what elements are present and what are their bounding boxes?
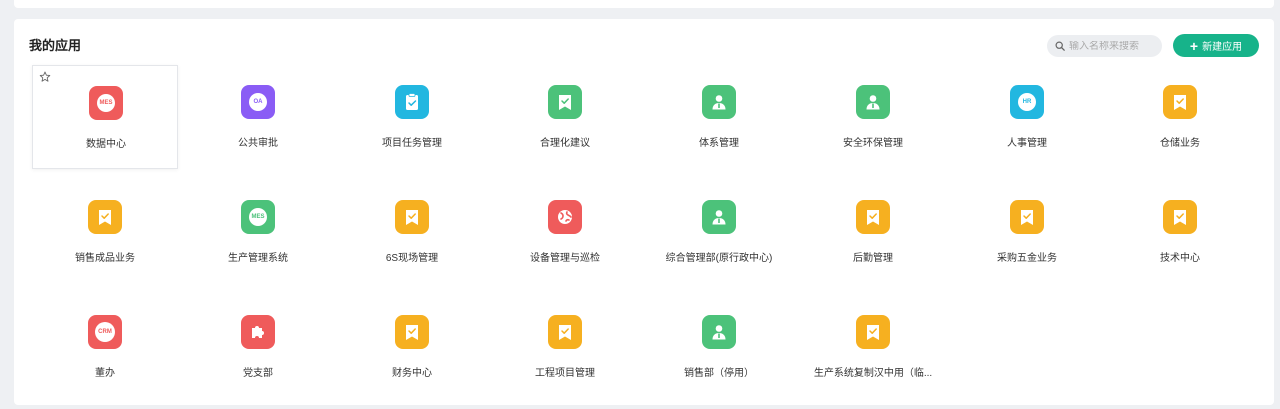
mes-icon: MES (89, 86, 123, 120)
icon-badge-text: CRM (95, 322, 115, 342)
app-tile[interactable]: 生产系统复制汉中用（临... (800, 295, 946, 399)
app-label: 公共审批 (238, 138, 278, 149)
app-tile[interactable]: CRM 董办 (32, 295, 178, 399)
app-label: 党支部 (243, 368, 273, 379)
oa-icon: OA (241, 85, 275, 119)
new-app-label: 新建应用 (1202, 42, 1243, 53)
plus-icon: + (1189, 37, 1199, 54)
search-icon (1055, 41, 1065, 51)
app-label: 生产管理系统 (228, 253, 288, 264)
app-label: 综合管理部(原行政中心) (665, 253, 773, 264)
app-label: 后勤管理 (853, 253, 893, 264)
user-icon (702, 315, 736, 349)
bookmark-check-icon (856, 200, 890, 234)
app-tile[interactable]: HR 人事管理 (954, 65, 1100, 169)
bookmark-check-icon (1163, 85, 1197, 119)
app-tile[interactable]: MES 数据中心 (32, 65, 178, 169)
app-tile[interactable]: 6S现场管理 (339, 180, 485, 284)
bookmark-check-icon (1010, 200, 1044, 234)
bookmark-check-icon (395, 200, 429, 234)
app-label: 工程项目管理 (535, 368, 595, 379)
icon-badge-text: MES (249, 208, 267, 226)
app-tile[interactable]: 财务中心 (339, 295, 485, 399)
app-label: 设备管理与巡检 (530, 253, 600, 264)
globe-icon (548, 200, 582, 234)
puzzle-icon (241, 315, 275, 349)
app-tile[interactable]: 工程项目管理 (492, 295, 638, 399)
app-tile[interactable]: 采购五金业务 (954, 180, 1100, 284)
app-tile[interactable]: 仓储业务 (1107, 65, 1253, 169)
app-tile[interactable]: 党支部 (185, 295, 331, 399)
app-tile[interactable]: OA 公共审批 (185, 65, 331, 169)
bookmark-check-icon (856, 315, 890, 349)
app-tile[interactable]: 后勤管理 (800, 180, 946, 284)
app-label: 财务中心 (392, 368, 432, 379)
user-icon (702, 200, 736, 234)
app-tile[interactable]: 销售成品业务 (32, 180, 178, 284)
crm-icon: CRM (88, 315, 122, 349)
app-label: 体系管理 (699, 138, 739, 149)
bookmark-check-icon (88, 200, 122, 234)
app-tile[interactable]: 安全环保管理 (800, 65, 946, 169)
bookmark-check-icon (548, 85, 582, 119)
app-label: 数据中心 (86, 139, 126, 150)
search-input[interactable] (1069, 40, 1159, 52)
user-icon (702, 85, 736, 119)
top-card (14, 0, 1274, 8)
clipboard-check-icon (395, 85, 429, 119)
app-label: 合理化建议 (540, 138, 590, 149)
app-label: 采购五金业务 (997, 253, 1057, 264)
app-label: 仓储业务 (1160, 138, 1200, 149)
hr-icon: HR (1010, 85, 1044, 119)
new-app-button[interactable]: + 新建应用 (1173, 34, 1259, 57)
user-icon (856, 85, 890, 119)
app-tile[interactable]: 设备管理与巡检 (492, 180, 638, 284)
app-label: 董办 (95, 368, 115, 379)
icon-badge-text: HR (1018, 93, 1036, 111)
my-apps-panel: 我的应用 + 新建应用 MES 数据中心 OA 公共审批 项目任务管理 合理化建议 体系管理… (14, 19, 1274, 405)
app-label: 销售成品业务 (75, 253, 135, 264)
bookmark-check-icon (548, 315, 582, 349)
app-label: 销售部（停用） (684, 368, 754, 379)
icon-badge-text: OA (249, 93, 267, 111)
app-tile[interactable]: 合理化建议 (492, 65, 638, 169)
app-label: 人事管理 (1007, 138, 1047, 149)
star-icon[interactable] (39, 71, 51, 83)
app-label: 技术中心 (1160, 253, 1200, 264)
app-label: 项目任务管理 (382, 138, 442, 149)
app-tile[interactable]: 技术中心 (1107, 180, 1253, 284)
app-label: 6S现场管理 (385, 253, 439, 264)
app-tile[interactable]: 项目任务管理 (339, 65, 485, 169)
app-tile[interactable]: 销售部（停用） (646, 295, 792, 399)
app-tile[interactable]: MES 生产管理系统 (185, 180, 331, 284)
search-box[interactable] (1047, 35, 1162, 57)
app-label: 生产系统复制汉中用（临... (813, 368, 933, 379)
section-title: 我的应用 (29, 38, 82, 53)
mes-icon: MES (241, 200, 275, 234)
app-label: 安全环保管理 (843, 138, 903, 149)
bookmark-check-icon (1163, 200, 1197, 234)
app-tile[interactable]: 体系管理 (646, 65, 792, 169)
icon-badge-text: MES (97, 94, 115, 112)
bookmark-check-icon (395, 315, 429, 349)
app-tile[interactable]: 综合管理部(原行政中心) (646, 180, 792, 284)
